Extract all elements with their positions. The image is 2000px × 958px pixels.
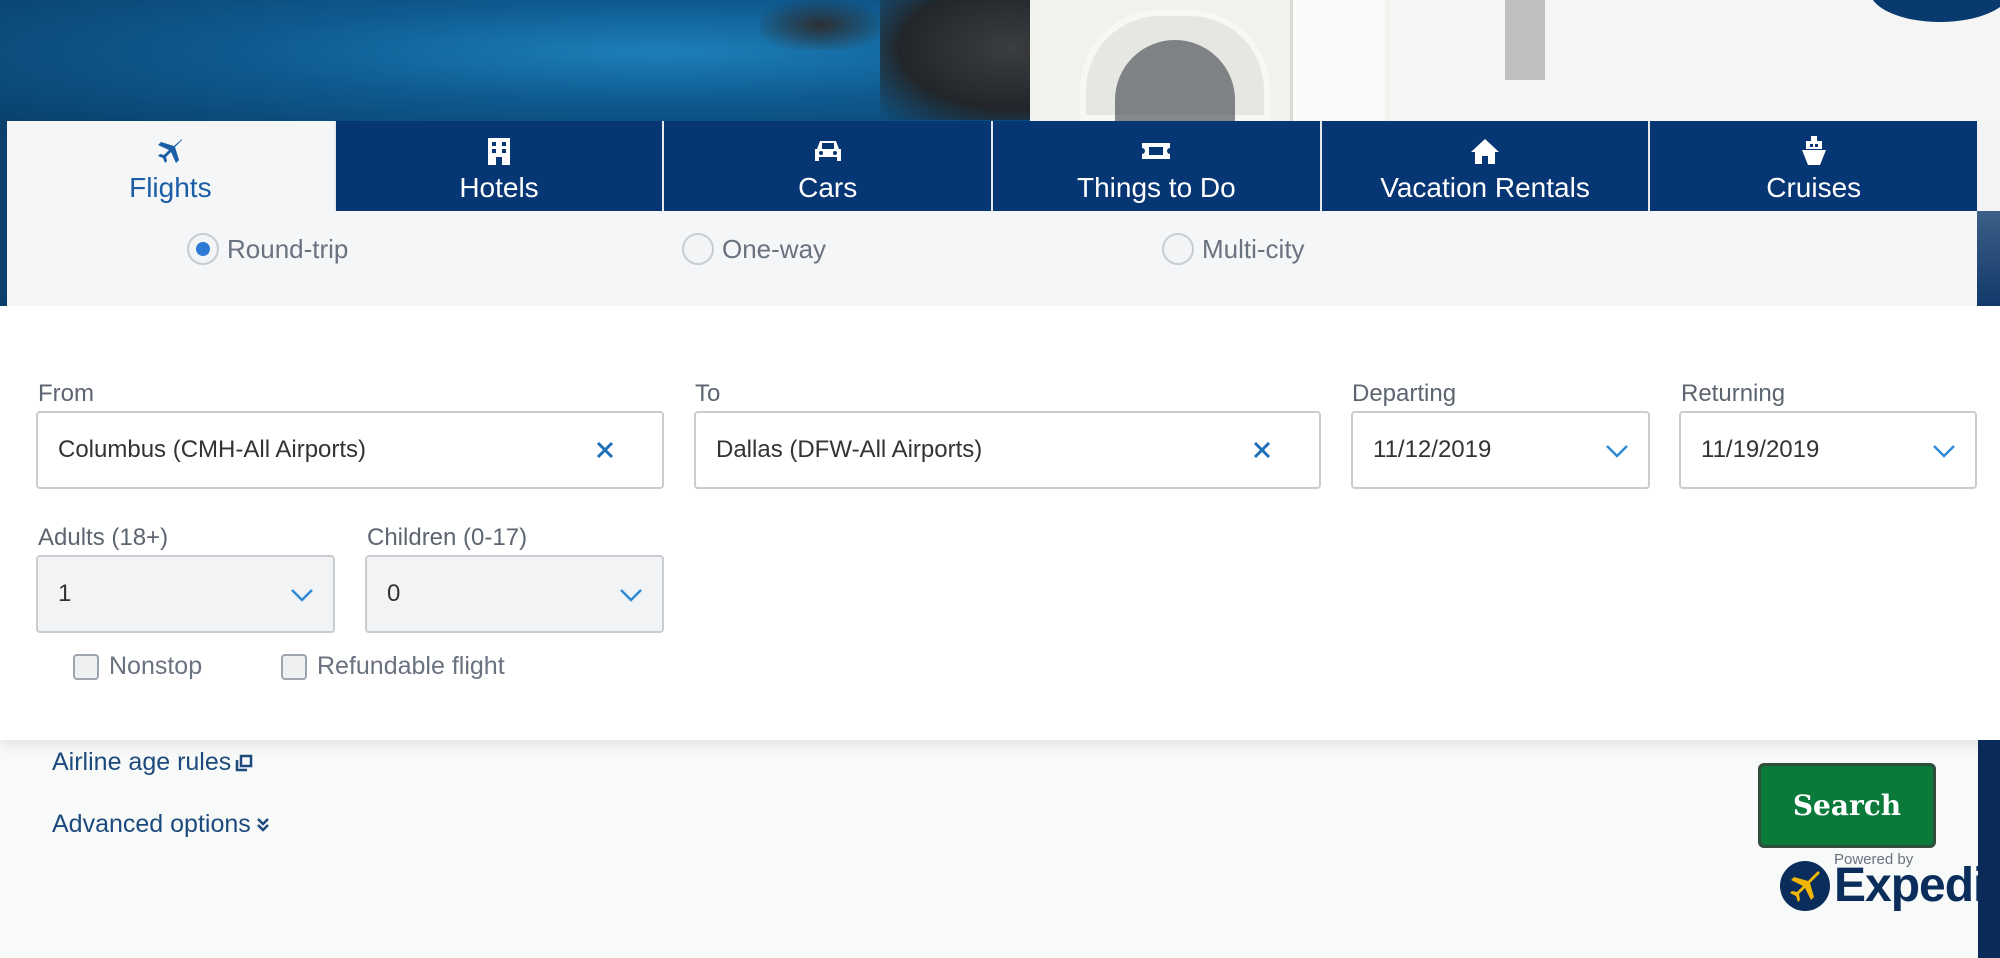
- radio-round-trip[interactable]: Round-trip: [187, 233, 348, 265]
- checkbox-icon: [73, 653, 99, 680]
- radio-unselected-icon: [1162, 233, 1194, 265]
- search-tabs: Flights Hotels Cars Things to Do Vacatio…: [7, 121, 1978, 211]
- to-label: To: [695, 380, 721, 407]
- departing-date-field[interactable]: 11/12/2019: [1351, 411, 1650, 489]
- tab-vacation-rentals[interactable]: Vacation Rentals: [1321, 121, 1651, 211]
- car-icon: [812, 135, 844, 167]
- tab-hotels[interactable]: Hotels: [335, 121, 665, 211]
- from-label: From: [38, 380, 94, 407]
- ticket-icon: [1140, 135, 1172, 167]
- plane-icon: [154, 135, 186, 167]
- tab-label: Flights: [129, 172, 212, 203]
- house-icon: [1469, 135, 1501, 167]
- radio-selected-icon: [187, 233, 219, 265]
- airline-age-rules-link[interactable]: Airline age rules: [52, 748, 253, 777]
- search-button[interactable]: Search: [1758, 763, 1936, 848]
- clear-to-icon[interactable]: [1245, 433, 1279, 467]
- chevron-down-icon: [291, 589, 313, 602]
- chevron-down-icon: [1606, 445, 1628, 458]
- tab-label: Cruises: [1766, 172, 1862, 203]
- tab-label: Hotels: [459, 172, 539, 203]
- building-icon: [483, 135, 515, 167]
- tab-flights[interactable]: Flights: [7, 121, 336, 211]
- returning-label: Returning: [1681, 380, 1786, 407]
- adults-label: Adults (18+): [38, 524, 169, 551]
- nonstop-checkbox[interactable]: Nonstop: [73, 652, 202, 681]
- double-chevron-down-icon: [255, 816, 271, 834]
- radio-one-way[interactable]: One-way: [682, 233, 826, 265]
- tab-label: Cars: [798, 172, 858, 203]
- children-label: Children (0-17): [367, 524, 528, 551]
- external-link-icon: [235, 754, 253, 772]
- departing-label: Departing: [1352, 380, 1457, 407]
- tab-cars[interactable]: Cars: [664, 121, 994, 211]
- expedia-logo: Expedia: [1780, 858, 2000, 913]
- checkbox-icon: [281, 653, 307, 680]
- ship-icon: [1798, 135, 1830, 167]
- from-field[interactable]: Columbus (CMH-All Airports): [36, 411, 664, 489]
- tab-cruises[interactable]: Cruises: [1650, 121, 1978, 211]
- expedia-globe-icon: [1780, 860, 1830, 911]
- clear-from-icon[interactable]: [588, 433, 622, 467]
- chevron-down-icon: [620, 589, 642, 602]
- children-select[interactable]: 0: [365, 555, 664, 633]
- tab-label: Things to Do: [1076, 172, 1236, 203]
- radio-multi-city[interactable]: Multi-city: [1162, 233, 1305, 265]
- adults-select[interactable]: 1: [36, 555, 335, 633]
- chevron-down-icon: [1933, 445, 1955, 458]
- flight-search-form: From Columbus (CMH-All Airports) To Dall…: [0, 306, 2000, 740]
- advanced-options-link[interactable]: Advanced options: [52, 810, 271, 839]
- to-field[interactable]: Dallas (DFW-All Airports): [694, 411, 1321, 489]
- returning-date-field[interactable]: 11/19/2019: [1679, 411, 1977, 489]
- radio-unselected-icon: [682, 233, 714, 265]
- refundable-checkbox[interactable]: Refundable flight: [281, 652, 505, 681]
- tab-things-to-do[interactable]: Things to Do: [993, 121, 1322, 211]
- trip-type-row: Round-trip One-way Multi-city: [7, 211, 1977, 306]
- tab-label: Vacation Rentals: [1380, 172, 1590, 203]
